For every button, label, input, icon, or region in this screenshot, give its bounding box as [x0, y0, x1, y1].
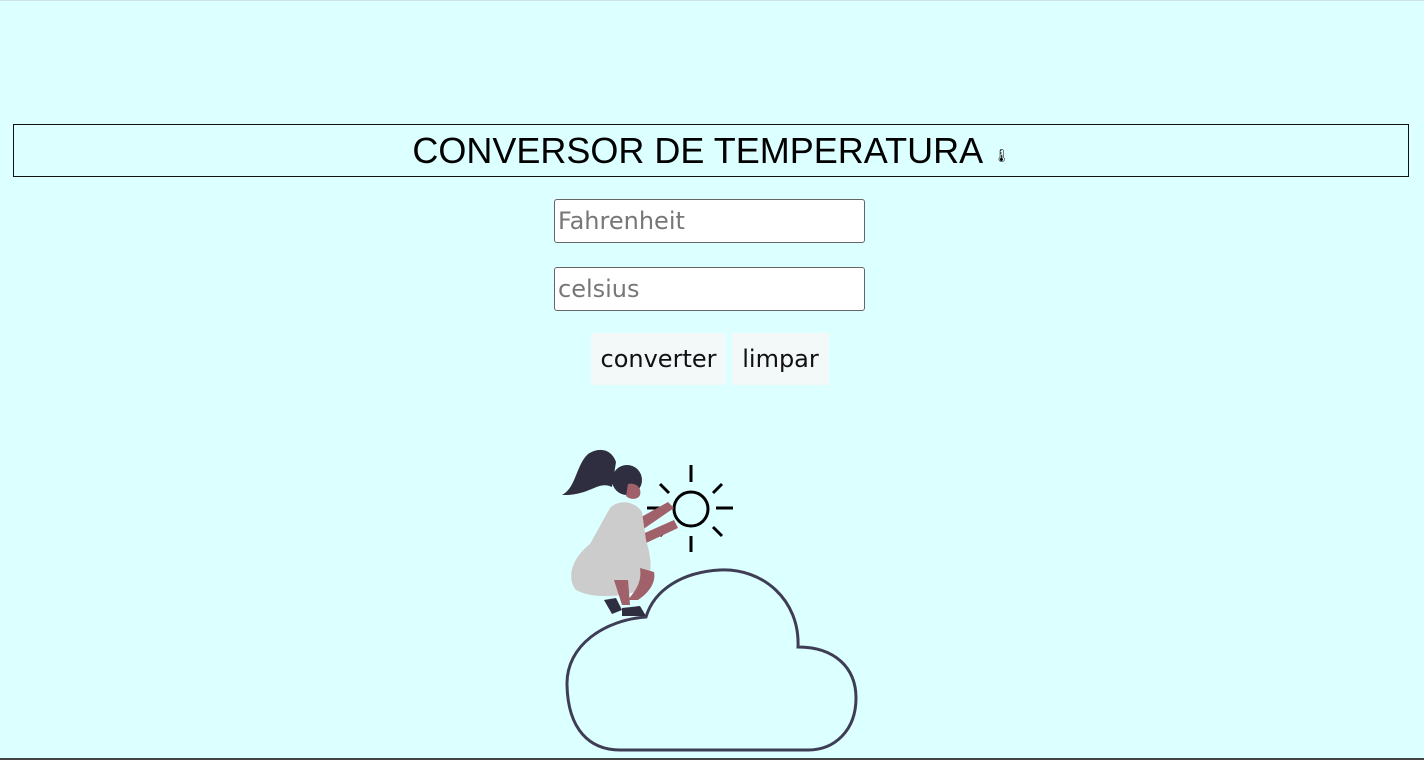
page-title: CONVERSOR DE TEMPERATURA [412, 129, 984, 171]
celsius-input[interactable] [554, 267, 865, 311]
top-border [0, 0, 1424, 1]
thermometer-icon: 🌡 [993, 149, 1010, 164]
page-header: CONVERSOR DE TEMPERATURA 🌡 [13, 124, 1409, 177]
convert-button[interactable]: converter [591, 333, 726, 385]
cloud-icon [565, 568, 858, 752]
fahrenheit-input[interactable] [554, 199, 865, 243]
clear-button[interactable]: limpar [732, 333, 829, 385]
weather-illustration [562, 449, 858, 752]
